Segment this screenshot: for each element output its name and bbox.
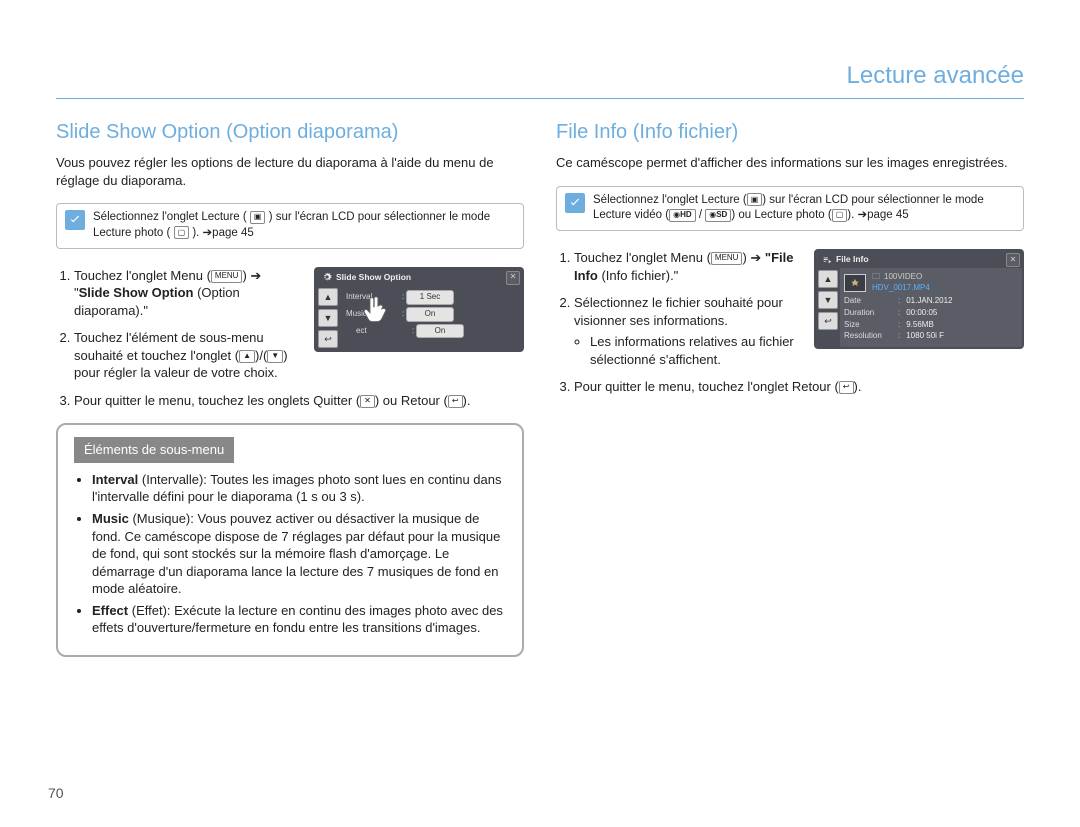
submenu-item: Music (Musique): Vous pouvez activer ou … [92, 510, 506, 598]
photo-mode-icon: ▢ [832, 209, 848, 222]
file-thumb-icon [844, 274, 866, 292]
fileinfo-section: File Info (Info fichier) Ce caméscope pe… [556, 119, 1024, 656]
back-mini-icon: ↩ [839, 381, 854, 394]
check-icon [565, 193, 585, 213]
slideshow-note: Sélectionnez l'onglet Lecture ( ▣ ) sur … [56, 203, 524, 248]
sd-mode-icon: ◉SD [705, 209, 731, 222]
submenu-item: Effect (Effet): Exécute la lecture en co… [92, 602, 506, 637]
slideshow-intro: Vous pouvez régler les options de lectur… [56, 154, 524, 189]
fileinfo-intro: Ce caméscope permet d'afficher des infor… [556, 154, 1024, 172]
fileinfo-step3: Pour quitter le menu, touchez l'onglet R… [574, 378, 1024, 396]
submenu-box: Éléments de sous-menu Interval (Interval… [56, 423, 524, 656]
check-icon [65, 210, 85, 230]
lcd-down-button[interactable]: ▼ [818, 291, 838, 309]
slideshow-section: Slide Show Option (Option diaporama) Vou… [56, 119, 524, 656]
up-icon: ▲ [239, 350, 255, 363]
lcd-back-button[interactable]: ↩ [318, 330, 338, 348]
fileinfo-title: File Info (Info fichier) [556, 119, 1024, 146]
fileinfo-lcd: ✕ File Info ▲ ▼ ↩ [814, 249, 1024, 349]
back-mini-icon: ↩ [448, 395, 463, 408]
chapter-title: Lecture avancée [56, 60, 1024, 99]
filename: HDV_0017.MP4 [872, 283, 930, 294]
playlist-icon [822, 255, 832, 265]
close-icon[interactable]: ✕ [1006, 253, 1020, 267]
submenu-item: Interval (Intervalle): Toutes les images… [92, 471, 506, 506]
photo-mode-icon: ▢ [174, 226, 190, 239]
submenu-heading: Éléments de sous-menu [74, 437, 234, 463]
lcd-up-button[interactable]: ▲ [818, 270, 838, 288]
menu-icon: MENU [711, 252, 743, 265]
close-icon[interactable]: ✕ [506, 271, 520, 285]
play-tab-icon: ▣ [250, 211, 266, 224]
lcd-back-button[interactable]: ↩ [818, 312, 838, 330]
down-icon: ▼ [267, 350, 283, 363]
gear-icon [322, 272, 332, 282]
page-number: 70 [48, 784, 64, 803]
slideshow-step3: Pour quitter le menu, touchez les onglet… [74, 392, 524, 410]
lcd-down-button[interactable]: ▼ [318, 309, 338, 327]
music-value[interactable]: On [406, 307, 454, 322]
interval-value[interactable]: 1 Sec [406, 290, 454, 305]
fileinfo-steps: Touchez l'onglet Menu (MENU) ➔ "File Inf… [574, 249, 800, 368]
folder-icon: 🗀 [872, 272, 880, 283]
fileinfo-note: Sélectionnez l'onglet Lecture (▣) sur l'… [556, 186, 1024, 231]
play-tab-icon: ▣ [747, 193, 763, 206]
hd-mode-icon: ◉HD [669, 209, 696, 222]
slideshow-title: Slide Show Option (Option diaporama) [56, 119, 524, 146]
lcd-up-button[interactable]: ▲ [318, 288, 338, 306]
slideshow-steps: Touchez l'onglet Menu (MENU) ➔ "Slide Sh… [74, 267, 300, 382]
menu-icon: MENU [211, 270, 243, 283]
slideshow-lcd: ✕ Slide Show Option ▲ ▼ ↩ [314, 267, 524, 352]
effect-value[interactable]: On [416, 324, 464, 339]
close-mini-icon: ✕ [360, 395, 375, 408]
